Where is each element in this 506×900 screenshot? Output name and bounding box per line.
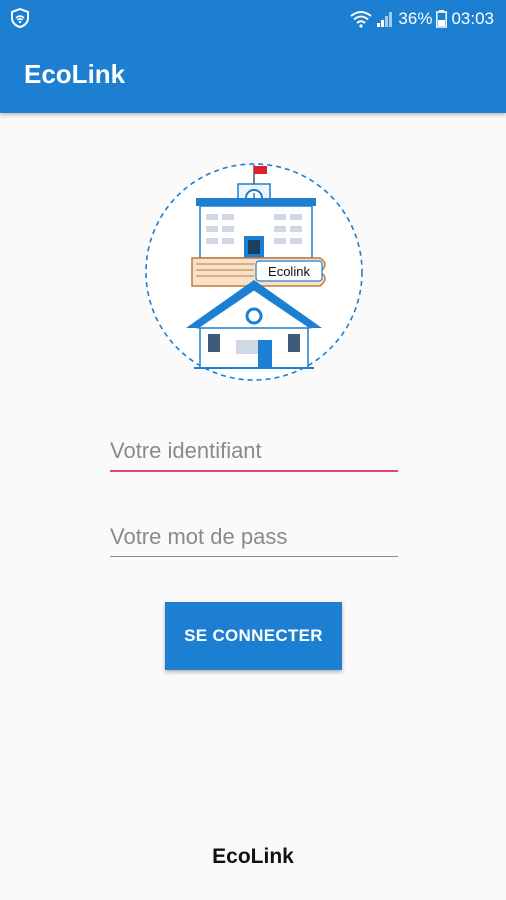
wifi-icon bbox=[350, 10, 373, 28]
signal-icon bbox=[377, 11, 393, 27]
app-bar: EcoLink bbox=[0, 37, 506, 113]
battery-icon bbox=[436, 9, 448, 28]
password-input[interactable] bbox=[110, 517, 398, 557]
school-logo-icon: Ecolink bbox=[145, 163, 363, 381]
status-bar: 36% 03:03 bbox=[0, 0, 506, 37]
app-title: EcoLink bbox=[24, 59, 126, 89]
footer-title: EcoLink bbox=[212, 845, 294, 868]
username-underline bbox=[110, 470, 398, 472]
clock: 03:03 bbox=[451, 8, 494, 28]
battery-percent: 36% bbox=[398, 8, 433, 28]
login-button[interactable]: SE CONNECTER bbox=[165, 602, 342, 670]
logo: Ecolink bbox=[142, 160, 366, 384]
shield-icon bbox=[11, 8, 29, 28]
logo-text: Ecolink bbox=[268, 264, 310, 279]
username-input[interactable] bbox=[110, 431, 398, 471]
password-underline bbox=[110, 556, 398, 557]
